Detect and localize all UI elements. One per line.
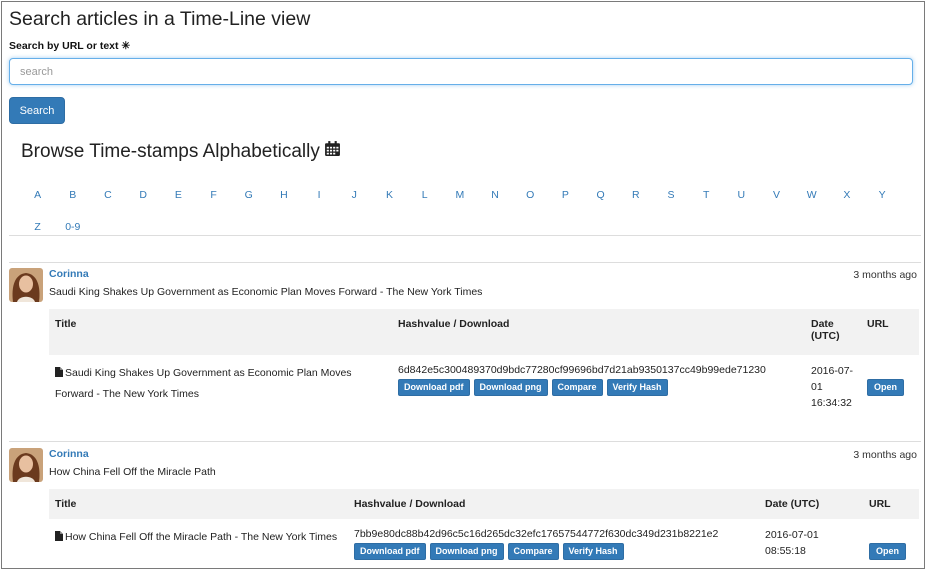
search-input[interactable] bbox=[9, 58, 913, 85]
letter-link-d[interactable]: D bbox=[126, 189, 161, 201]
letter-link-e[interactable]: E bbox=[161, 189, 196, 201]
letter-link-s[interactable]: S bbox=[653, 189, 688, 201]
letter-link-a[interactable]: A bbox=[20, 189, 55, 201]
letter-link-k[interactable]: K bbox=[372, 189, 407, 201]
letter-link-0-9[interactable]: 0-9 bbox=[55, 221, 90, 233]
open-button[interactable]: Open bbox=[869, 543, 907, 560]
letter-link-o[interactable]: O bbox=[513, 189, 548, 201]
table-header-row: Title Hashvalue / Download Date (UTC) UR… bbox=[49, 489, 919, 519]
letter-link-q[interactable]: Q bbox=[583, 189, 618, 201]
alphabet-row-1: ABCDEFGHIJKLMNOPQRSTUVWXY bbox=[20, 179, 910, 211]
article-headline: Saudi King Shakes Up Government as Econo… bbox=[49, 286, 483, 298]
letter-link-t[interactable]: T bbox=[689, 189, 724, 201]
file-icon bbox=[55, 364, 63, 384]
letter-link-x[interactable]: X bbox=[829, 189, 864, 201]
letter-link-f[interactable]: F bbox=[196, 189, 231, 201]
column-header: Title bbox=[49, 309, 392, 355]
letter-link-r[interactable]: R bbox=[618, 189, 653, 201]
column-header: Title bbox=[49, 489, 348, 519]
timeline-entry: Corinna How China Fell Off the Miracle P… bbox=[9, 448, 919, 568]
hash-value: 6d842e5c300489370d9bdc77280cf99696bd7d21… bbox=[398, 364, 766, 376]
url-cell: Open bbox=[861, 355, 919, 411]
user-name[interactable]: Corinna bbox=[49, 268, 89, 280]
column-header: Date (UTC) bbox=[805, 309, 861, 355]
letter-link-j[interactable]: J bbox=[337, 189, 372, 201]
file-icon bbox=[55, 528, 63, 548]
letter-link-g[interactable]: G bbox=[231, 189, 266, 201]
timeline-entry: Corinna Saudi King Shakes Up Government … bbox=[9, 268, 919, 438]
column-header: Hashvalue / Download bbox=[392, 309, 805, 355]
letter-link-u[interactable]: U bbox=[724, 189, 759, 201]
article-table: Title Hashvalue / Download Date (UTC) UR… bbox=[49, 489, 919, 561]
letter-link-h[interactable]: H bbox=[266, 189, 301, 201]
letter-link-n[interactable]: N bbox=[477, 189, 512, 201]
letter-link-l[interactable]: L bbox=[407, 189, 442, 201]
divider bbox=[9, 441, 921, 442]
date-cell: 2016-07-01 16:34:32 bbox=[811, 365, 854, 409]
title-cell: Saudi King Shakes Up Government as Econo… bbox=[49, 355, 392, 411]
table-header-row: Title Hashvalue / Download Date (UTC) UR… bbox=[49, 309, 919, 355]
divider bbox=[9, 235, 921, 236]
url-cell: Open bbox=[863, 519, 919, 561]
letter-link-b[interactable]: B bbox=[55, 189, 90, 201]
search-button[interactable]: Search bbox=[9, 97, 65, 124]
alphabet-nav: ABCDEFGHIJKLMNOPQRSTUVWXY Z 0-9 bbox=[20, 179, 910, 243]
article-headline: How China Fell Off the Miracle Path bbox=[49, 466, 216, 478]
relative-time: 3 months ago bbox=[853, 269, 917, 281]
browse-title-text: Browse Time-stamps Alphabetically bbox=[21, 140, 320, 162]
column-header: URL bbox=[861, 309, 919, 355]
relative-time: 3 months ago bbox=[853, 449, 917, 461]
calendar-icon bbox=[324, 140, 341, 163]
verify-hash-button[interactable]: Verify Hash bbox=[606, 379, 668, 396]
table-row: How China Fell Off the Miracle Path - Th… bbox=[49, 519, 919, 561]
user-name[interactable]: Corinna bbox=[49, 448, 89, 460]
date-cell: 2016-07-01 08:55:18 bbox=[765, 529, 819, 557]
compare-button[interactable]: Compare bbox=[551, 379, 603, 396]
letter-link-m[interactable]: M bbox=[442, 189, 477, 201]
hash-cell: 7bb9e80dc88b42d96c5c16d265dc32efc1765754… bbox=[348, 519, 759, 561]
open-button[interactable]: Open bbox=[867, 379, 905, 396]
letter-link-y[interactable]: Y bbox=[865, 189, 900, 201]
column-header: Hashvalue / Download bbox=[348, 489, 759, 519]
hash-cell: 6d842e5c300489370d9bdc77280cf99696bd7d21… bbox=[392, 355, 805, 411]
avatar bbox=[9, 268, 43, 302]
letter-link-c[interactable]: C bbox=[90, 189, 125, 201]
letter-link-z[interactable]: Z bbox=[20, 221, 55, 233]
search-label: Search by URL or text ✳ bbox=[9, 40, 131, 52]
verify-hash-button[interactable]: Verify Hash bbox=[562, 543, 624, 560]
browse-title: Browse Time-stamps Alphabetically bbox=[21, 140, 341, 163]
table-row: Saudi King Shakes Up Government as Econo… bbox=[49, 355, 919, 411]
download-pdf-button[interactable]: Download pdf bbox=[354, 543, 426, 560]
avatar bbox=[9, 448, 43, 482]
column-header: URL bbox=[863, 489, 919, 519]
title-cell: How China Fell Off the Miracle Path - Th… bbox=[49, 519, 348, 561]
letter-link-w[interactable]: W bbox=[794, 189, 829, 201]
hash-value: 7bb9e80dc88b42d96c5c16d265dc32efc1765754… bbox=[354, 528, 719, 540]
alphabet-row-2: Z 0-9 bbox=[20, 211, 910, 243]
compare-button[interactable]: Compare bbox=[507, 543, 559, 560]
download-png-button[interactable]: Download png bbox=[473, 379, 548, 396]
article-title: Saudi King Shakes Up Government as Econo… bbox=[55, 367, 352, 400]
letter-link-p[interactable]: P bbox=[548, 189, 583, 201]
letter-link-v[interactable]: V bbox=[759, 189, 794, 201]
article-table: Title Hashvalue / Download Date (UTC) UR… bbox=[49, 309, 919, 411]
divider bbox=[9, 262, 921, 263]
page-title: Search articles in a Time-Line view bbox=[9, 8, 311, 30]
download-png-button[interactable]: Download png bbox=[429, 543, 504, 560]
column-header: Date (UTC) bbox=[759, 489, 863, 519]
page-frame: Search articles in a Time-Line view Sear… bbox=[1, 1, 925, 569]
download-pdf-button[interactable]: Download pdf bbox=[398, 379, 470, 396]
article-title: How China Fell Off the Miracle Path - Th… bbox=[65, 531, 338, 543]
letter-link-i[interactable]: I bbox=[302, 189, 337, 201]
